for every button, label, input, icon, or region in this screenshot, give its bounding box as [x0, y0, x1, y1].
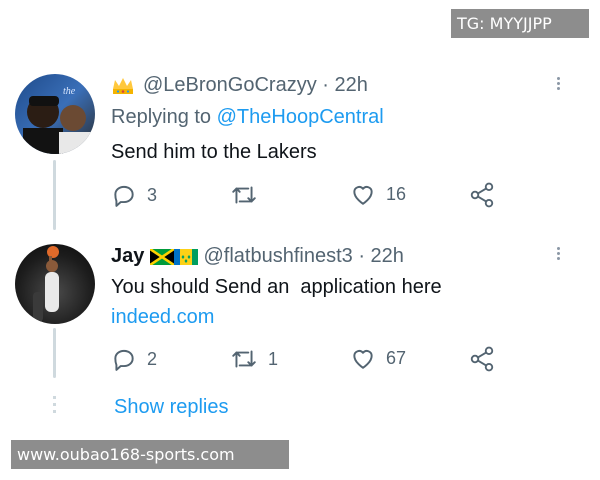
share-icon [470, 182, 494, 208]
tweet-header: Jay @flatbushfinest3 · 22h [111, 244, 404, 268]
tweet-link[interactable]: indeed.com [111, 305, 214, 329]
reply-icon [114, 349, 134, 371]
tweet-text: You should Send an application here [111, 276, 442, 298]
heart-icon [353, 186, 373, 205]
more-options-icon[interactable] [555, 245, 561, 262]
tweet-time[interactable]: · 22h [358, 245, 404, 267]
reply-icon [114, 185, 134, 207]
svg-text:the: the [63, 86, 76, 97]
saint-vincent-flag-icon [173, 248, 198, 265]
retweet-icon [232, 186, 256, 204]
reply-count: 2 [147, 348, 158, 369]
like-count: 16 [386, 183, 407, 204]
thread-connector [53, 328, 56, 378]
retweet-button[interactable] [230, 182, 268, 208]
jamaica-flag-icon [149, 248, 174, 265]
reply-button[interactable]: 2 [111, 346, 157, 372]
tweet-text: Send him to the Lakers [111, 141, 317, 163]
like-count: 67 [386, 347, 407, 368]
replying-to: Replying to @TheHoopCentral [111, 105, 384, 129]
reply-count: 3 [147, 184, 158, 205]
avatar-flatbushfinest3[interactable] [15, 244, 95, 324]
retweet-button[interactable]: 1 [230, 346, 278, 372]
reply-button[interactable]: 3 [111, 182, 157, 208]
more-options-icon[interactable] [555, 75, 561, 92]
tweet-handle[interactable]: @flatbushfinest3 [204, 245, 353, 267]
watermark-bottom: www.oubao168-sports.com [11, 440, 289, 469]
heart-icon [353, 350, 373, 369]
share-button[interactable] [468, 345, 496, 373]
avatar-lebrongocrazyy[interactable]: the [15, 74, 95, 154]
like-button[interactable]: 67 [350, 346, 406, 370]
tweet-handle[interactable]: @LeBronGoCrazyy [143, 74, 317, 96]
share-button[interactable] [468, 181, 496, 209]
retweet-count: 1 [268, 348, 279, 369]
display-name[interactable]: Jay [111, 245, 144, 267]
tweet-header: @LeBronGoCrazyy · 22h [111, 73, 368, 97]
show-replies-link[interactable]: Show replies [114, 395, 229, 419]
thread-dots [53, 396, 56, 414]
thread-connector [53, 160, 56, 230]
replying-to-label: Replying to [111, 106, 212, 128]
retweet-icon [232, 350, 256, 368]
tweet-time[interactable]: · 22h [322, 74, 368, 96]
replying-to-link[interactable]: @TheHoopCentral [217, 106, 384, 128]
share-icon [470, 346, 494, 372]
watermark-top: TG: MYYJJPP [451, 9, 589, 38]
crown-icon [113, 77, 133, 94]
like-button[interactable]: 16 [350, 182, 406, 206]
